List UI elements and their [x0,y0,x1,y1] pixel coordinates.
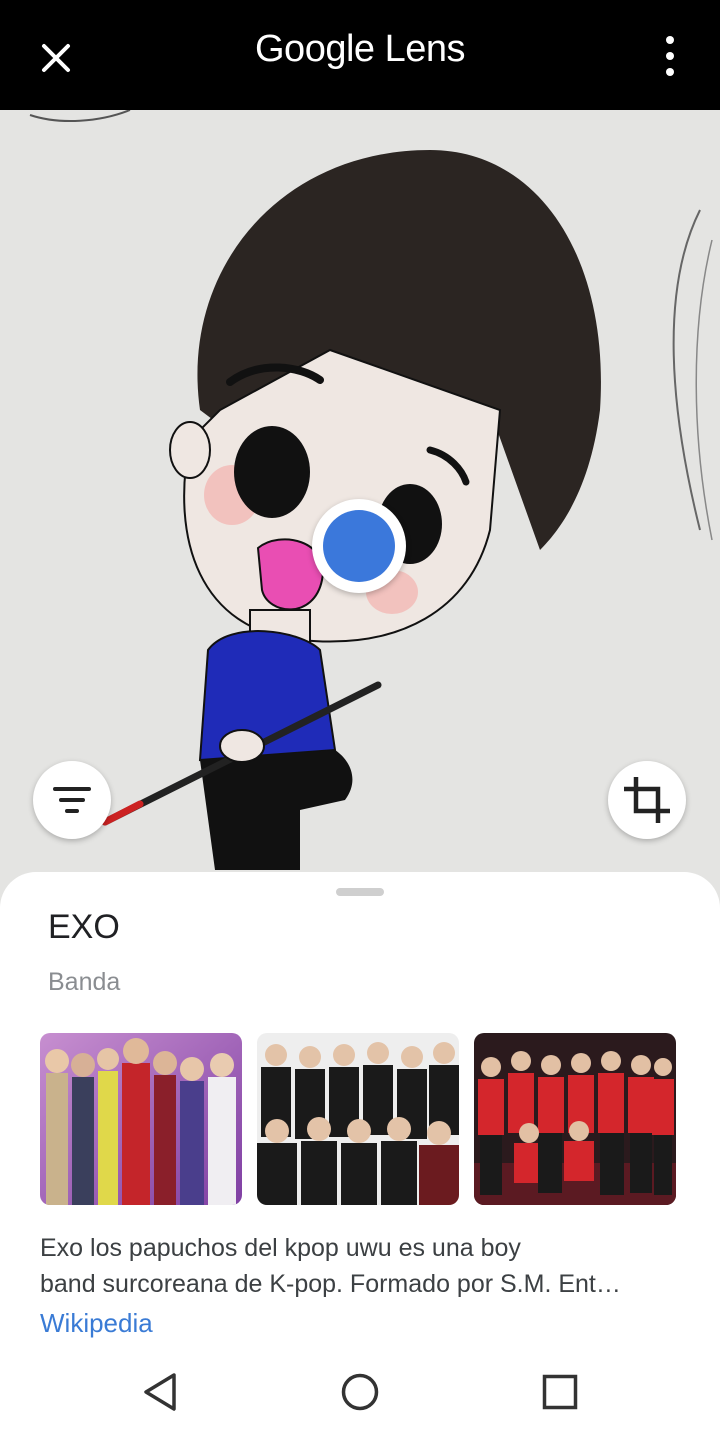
recents-icon[interactable] [538,1370,582,1414]
result-title: EXO [48,908,120,946]
back-icon[interactable] [138,1370,182,1414]
thumbnail-image[interactable] [257,1033,459,1205]
image-thumbnails [40,1033,676,1205]
app-title: Google Lens [255,28,466,70]
result-description: Exo los papuchos del kpop uwu es una boy… [40,1234,621,1298]
focus-point[interactable] [312,499,406,593]
wikipedia-link[interactable]: Wikipedia [40,1308,153,1339]
system-nav-bar [0,1340,720,1440]
more-vert-icon[interactable] [658,36,682,76]
result-subtitle: Banda [48,968,121,996]
crop-icon[interactable] [608,761,686,839]
thumbnail-image[interactable] [474,1033,676,1205]
sheet-drag-handle[interactable] [336,888,384,896]
filter-icon[interactable] [33,761,111,839]
top-bar: Google Lens [0,0,720,110]
thumbnail-image[interactable] [40,1033,242,1205]
home-icon[interactable] [338,1370,382,1414]
